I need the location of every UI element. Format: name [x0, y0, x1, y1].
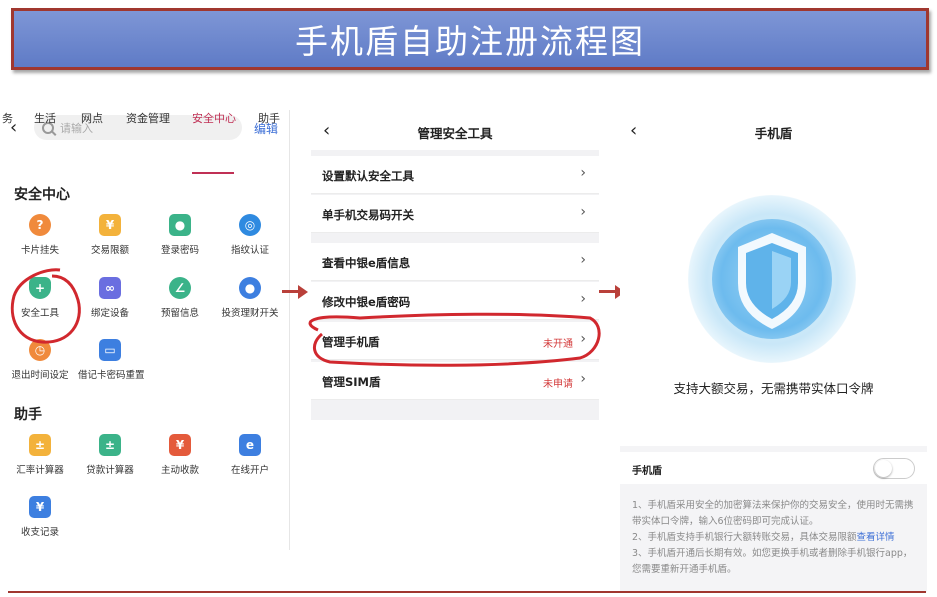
- grid-item-online-account[interactable]: e 在线开户: [218, 434, 282, 476]
- grid-item-investment-switch[interactable]: ● 投资理财开关: [218, 277, 282, 319]
- grid-item-fingerprint[interactable]: ◎ 指纹认证: [218, 214, 282, 256]
- chevron-right-icon: ›: [580, 331, 586, 347]
- chevron-right-icon: ›: [580, 252, 586, 268]
- grid-item-logout-time[interactable]: ◷ 退出时间设定: [8, 339, 72, 381]
- tab-outlets[interactable]: 网点: [81, 110, 103, 126]
- tab-service[interactable]: 务: [2, 110, 13, 126]
- grid-item-reserved-info[interactable]: ∠ 预留信息: [148, 277, 212, 319]
- grid-item-login-password[interactable]: ● 登录密码: [148, 214, 212, 256]
- grid-item-card-loss[interactable]: ? 卡片挂失: [8, 214, 72, 256]
- shield-plus-icon: +: [29, 277, 51, 299]
- tab-funds[interactable]: 资金管理: [126, 110, 170, 126]
- fingerprint-icon: ◎: [239, 214, 261, 236]
- banner-title: 手机盾自助注册流程图: [295, 22, 645, 61]
- row-view-eshield[interactable]: 查看中银e盾信息 ›: [311, 243, 599, 281]
- status-badge: 未开通: [543, 339, 573, 350]
- lock-icon: ●: [169, 214, 191, 236]
- yen-icon: ¥: [99, 214, 121, 236]
- row-default-tool[interactable]: 设置默认安全工具 ›: [311, 156, 599, 194]
- section-title-security: 安全中心: [14, 187, 70, 203]
- clock-icon: ◷: [29, 339, 51, 361]
- card-e-icon: e: [239, 434, 261, 456]
- chevron-right-icon: ›: [580, 371, 586, 387]
- chevron-right-icon: ›: [580, 204, 586, 220]
- tab-security-center[interactable]: 安全中心: [192, 110, 236, 126]
- status-badge: 未申请: [543, 379, 573, 390]
- feature-description: 支持大额交易，无需携带实体口令牌: [673, 381, 874, 396]
- grid-item-exchange-calculator[interactable]: ± 汇率计算器: [8, 434, 72, 476]
- tab-assistant[interactable]: 助手: [258, 110, 280, 126]
- shield-icon: [738, 233, 806, 329]
- notes-text: 1、手机盾采用安全的加密算法来保护你的交易安全，使用时无需携带实体口令牌，输入6…: [632, 500, 914, 575]
- grid-item-loan-calculator[interactable]: ± 贷款计算器: [78, 434, 142, 476]
- security-center-screen: ‹ 请输入 编辑 务 生活 网点 资金管理 安全中心 助手 安全中心 ? 卡片挂…: [0, 110, 290, 550]
- screen-title: 手机盾: [754, 126, 793, 141]
- screen-header: ‹ 手机盾 支持大额交易，无需携带实体口令牌: [620, 110, 927, 446]
- grid-item-income-expense[interactable]: ¥ 收支记录: [8, 496, 72, 538]
- grid-item-security-tools[interactable]: + 安全工具: [8, 277, 72, 319]
- grid-item-active-collection[interactable]: ¥ 主动收款: [148, 434, 212, 476]
- section-title-assistant: 助手: [14, 407, 42, 423]
- footer-divider: [8, 591, 926, 593]
- question-icon: ?: [29, 214, 51, 236]
- screen-header: ‹ 管理安全工具: [311, 110, 599, 150]
- card-icon: ▭: [99, 339, 121, 361]
- grid-item-transaction-limit[interactable]: ¥ 交易限额: [78, 214, 142, 256]
- row-single-phone-code[interactable]: 单手机交易码开关 ›: [311, 195, 599, 233]
- row-manage-sim-shield[interactable]: 管理SIM盾 未申请 ›: [311, 362, 599, 400]
- money-hand-icon: ¥: [169, 434, 191, 456]
- title-banner: 手机盾自助注册流程图: [11, 8, 929, 70]
- shield-illustration-icon: [688, 195, 856, 363]
- flow-arrow-icon: [282, 284, 308, 300]
- calculator-icon: ±: [29, 434, 51, 456]
- active-tab-indicator: [192, 172, 234, 174]
- phone-shield-toggle-row: 手机盾: [620, 452, 927, 484]
- manage-security-tools-screen: ‹ 管理安全工具 设置默认安全工具 › 单手机交易码开关 › 查看中银e盾信息 …: [311, 110, 599, 420]
- calculator-icon: ±: [99, 434, 121, 456]
- view-details-link[interactable]: 查看详情: [857, 532, 895, 543]
- chevron-right-icon: ›: [580, 165, 586, 181]
- row-change-eshield-password[interactable]: 修改中银e盾密码 ›: [311, 282, 599, 320]
- chevron-right-icon: ›: [580, 291, 586, 307]
- grid-item-debit-password-reset[interactable]: ▭ 借记卡密码重置: [78, 339, 145, 381]
- ledger-icon: ¥: [29, 496, 51, 518]
- device-icon: ∞: [99, 277, 121, 299]
- phone-shield-toggle[interactable]: [873, 458, 915, 479]
- phone-shield-screen: ‹ 手机盾 支持大额交易，无需携带实体口令牌 手机盾 1、手机盾采用安全的加密算…: [620, 110, 927, 592]
- toggle-icon: ●: [239, 277, 261, 299]
- grid-item-bind-device[interactable]: ∞ 绑定设备: [78, 277, 142, 319]
- edit-note-icon: ∠: [169, 277, 191, 299]
- screen-title: 管理安全工具: [417, 126, 493, 141]
- row-manage-phone-shield[interactable]: 管理手机盾 未开通 ›: [311, 322, 599, 360]
- tab-life[interactable]: 生活: [34, 110, 56, 126]
